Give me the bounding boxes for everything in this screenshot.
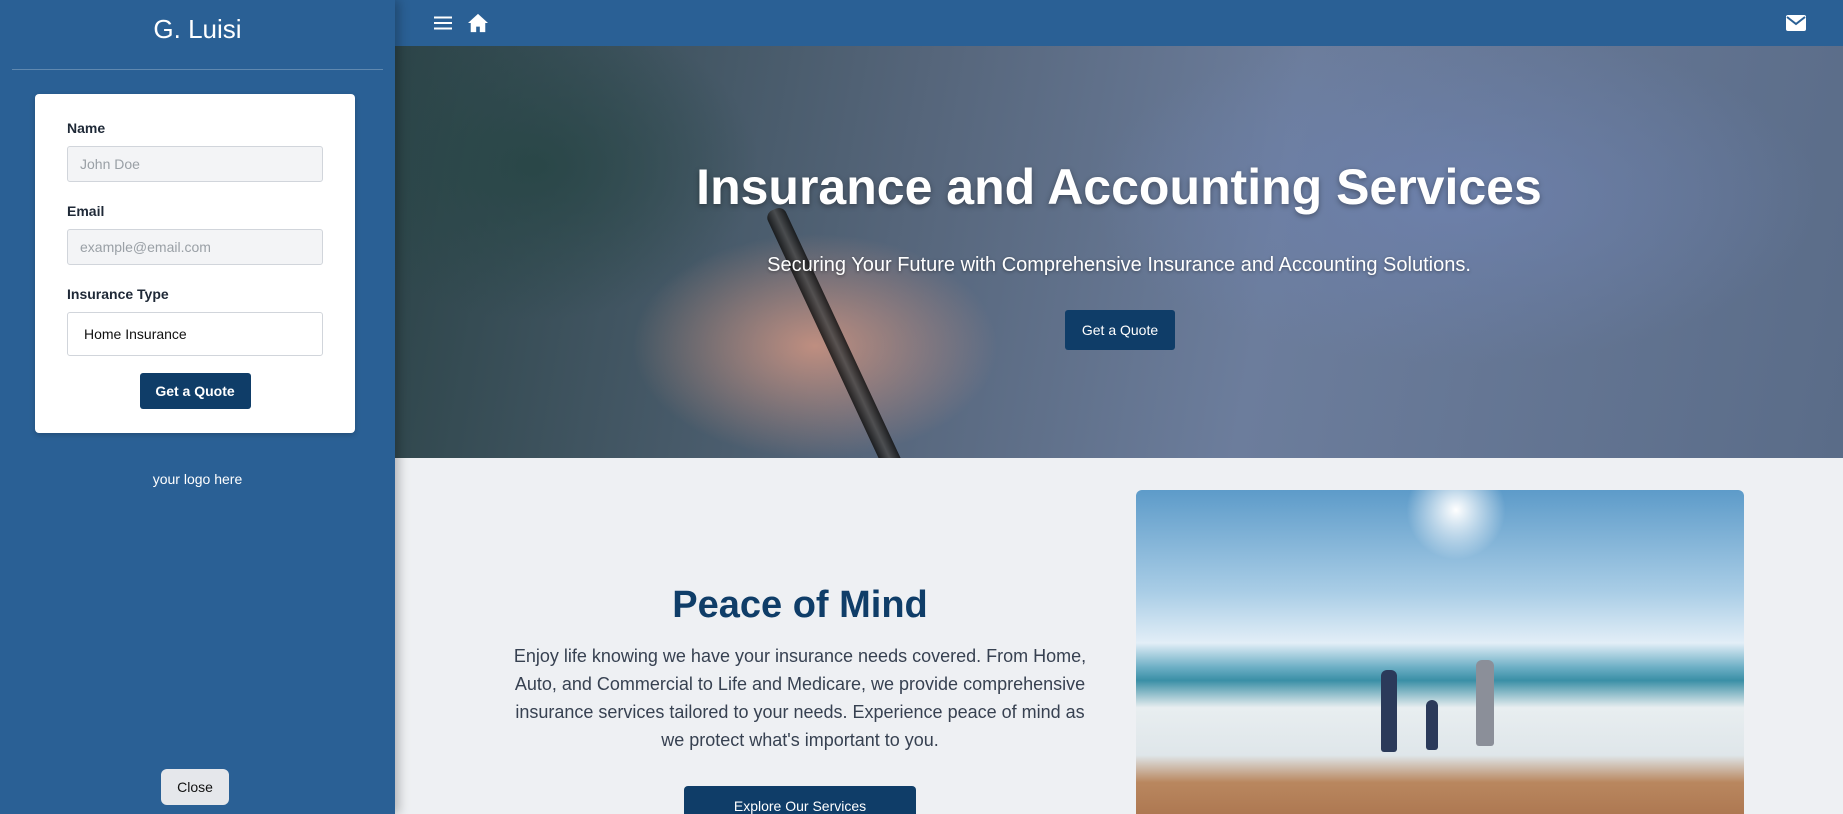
sidebar-get-quote-button[interactable]: Get a Quote <box>139 373 251 409</box>
person-figure <box>1426 700 1438 750</box>
insurance-type-select[interactable]: Home Insurance <box>67 312 323 356</box>
site-title: G. Luisi <box>153 14 242 44</box>
quote-form: Name Email Insurance Type Home Insurance… <box>35 94 355 433</box>
hero-get-quote-button[interactable]: Get a Quote <box>1065 310 1175 350</box>
hero-background-image <box>764 205 906 458</box>
top-bar <box>395 0 1843 46</box>
mail-icon[interactable] <box>1783 10 1809 36</box>
explore-services-button[interactable]: Explore Our Services <box>684 786 916 814</box>
insurance-type-value: Home Insurance <box>84 326 187 342</box>
person-figure <box>1381 670 1397 752</box>
hero-subtitle: Securing Your Future with Comprehensive … <box>767 254 1471 276</box>
family-beach-image <box>1136 490 1744 814</box>
close-button[interactable]: Close <box>161 769 229 805</box>
section-title: Peace of Mind <box>672 584 928 626</box>
sidebar: G. Luisi Name Email Insurance Type Home … <box>0 0 395 814</box>
hero-title: Insurance and Accounting Services <box>696 159 1542 215</box>
hero-banner: Insurance and Accounting Services Securi… <box>395 46 1843 458</box>
insurance-type-label: Insurance Type <box>67 286 169 302</box>
name-field[interactable] <box>67 146 323 182</box>
email-field[interactable] <box>67 229 323 265</box>
section-text: Enjoy life knowing we have your insuranc… <box>513 646 1087 750</box>
home-icon[interactable] <box>465 10 491 36</box>
menu-icon[interactable] <box>430 10 456 36</box>
name-label: Name <box>67 120 106 136</box>
email-label: Email <box>67 203 105 219</box>
sun-glow <box>1406 490 1506 560</box>
logo-placeholder: your logo here <box>152 471 243 487</box>
person-figure <box>1476 660 1494 746</box>
sidebar-divider <box>12 69 383 70</box>
